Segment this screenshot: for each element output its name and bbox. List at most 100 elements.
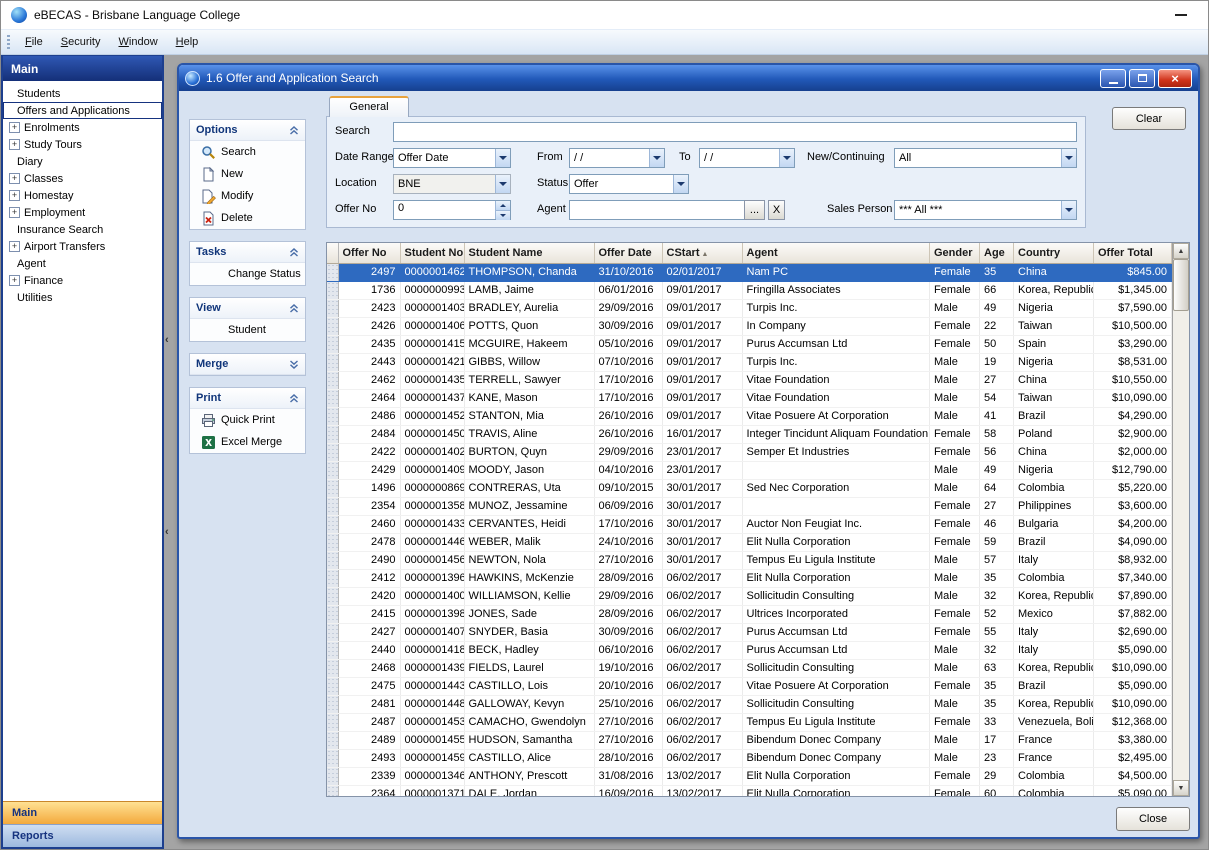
expand-plus-icon[interactable]: + xyxy=(9,122,20,133)
column-header-gender[interactable]: Gender xyxy=(930,243,980,263)
table-row[interactable]: 24270000001407SNYDER, Basia30/09/201606/… xyxy=(327,623,1172,641)
dialog-maximize-button[interactable] xyxy=(1129,69,1155,88)
table-row[interactable]: 24120000001396HAWKINS, McKenzie28/09/201… xyxy=(327,569,1172,587)
from-date-select[interactable]: / / xyxy=(569,148,665,168)
table-row[interactable]: 24780000001446WEBER, Malik24/10/201630/0… xyxy=(327,533,1172,551)
panel-header-view[interactable]: View xyxy=(190,298,305,319)
splitter-collapse-icon[interactable]: ‹ xyxy=(165,527,173,537)
table-row[interactable]: 24640000001437KANE, Mason17/10/201609/01… xyxy=(327,389,1172,407)
table-row[interactable]: 23640000001371DALE, Jordan16/09/201613/0… xyxy=(327,785,1172,796)
panel-item-quick-print[interactable]: Quick Print xyxy=(190,409,305,431)
table-row[interactable]: 24620000001435TERRELL, Sawyer17/10/20160… xyxy=(327,371,1172,389)
expand-plus-icon[interactable]: + xyxy=(9,241,20,252)
panel-item-modify[interactable]: Modify xyxy=(190,185,305,207)
splitter-collapse-icon[interactable]: ‹ xyxy=(165,335,173,345)
column-header-age[interactable]: Age xyxy=(980,243,1014,263)
table-row[interactable]: 24400000001418BECK, Hadley06/10/201606/0… xyxy=(327,641,1172,659)
expand-plus-icon[interactable]: + xyxy=(9,139,20,150)
table-row[interactable]: 24230000001403BRADLEY, Aurelia29/09/2016… xyxy=(327,299,1172,317)
agent-input[interactable] xyxy=(569,200,765,220)
sidebar-item-offers-and-applications[interactable]: Offers and Applications xyxy=(3,102,162,119)
sidebar-item-utilities[interactable]: Utilities xyxy=(3,289,162,306)
expand-plus-icon[interactable]: + xyxy=(9,207,20,218)
expand-plus-icon[interactable]: + xyxy=(9,173,20,184)
table-row[interactable]: 24200000001400WILLIAMSON, Kellie29/09/20… xyxy=(327,587,1172,605)
panel-item-excel-merge[interactable]: Excel Merge xyxy=(190,431,305,453)
panel-item-new[interactable]: New xyxy=(190,163,305,185)
column-header-offer-no[interactable]: Offer No xyxy=(338,243,400,263)
agent-clear-button[interactable]: X xyxy=(768,200,785,220)
nav-button-main[interactable]: Main xyxy=(3,801,162,824)
spin-up-icon[interactable] xyxy=(496,201,510,211)
panel-item-change-status[interactable]: Change Status xyxy=(190,263,305,285)
sidebar-item-employment[interactable]: +Employment xyxy=(3,204,162,221)
panel-item-delete[interactable]: Delete xyxy=(190,207,305,229)
scroll-down-icon[interactable]: ▼ xyxy=(1173,780,1189,796)
spin-down-icon[interactable] xyxy=(496,211,510,220)
column-header-cstart[interactable]: CStart▲ xyxy=(662,243,742,263)
search-input[interactable] xyxy=(393,122,1077,142)
column-header-offer-total[interactable]: Offer Total xyxy=(1094,243,1172,263)
table-row[interactable]: 24970000001462THOMPSON, Chanda31/10/2016… xyxy=(327,263,1172,281)
vertical-scrollbar[interactable]: ▲ ▼ xyxy=(1172,243,1189,796)
expand-plus-icon[interactable]: + xyxy=(9,275,20,286)
table-row[interactable]: 23390000001346ANTHONY, Prescott31/08/201… xyxy=(327,767,1172,785)
minimize-button[interactable] xyxy=(1164,5,1198,25)
sidebar-item-study-tours[interactable]: +Study Tours xyxy=(3,136,162,153)
location-select[interactable]: BNE xyxy=(393,174,511,194)
to-date-select[interactable]: / / xyxy=(699,148,795,168)
menu-help[interactable]: Help xyxy=(167,32,208,52)
expand-plus-icon[interactable]: + xyxy=(9,190,20,201)
offer-no-spinner[interactable]: 0 xyxy=(393,200,511,220)
panel-item-student[interactable]: Student xyxy=(190,319,305,341)
column-header-agent[interactable]: Agent xyxy=(742,243,930,263)
column-header-student-name[interactable]: Student Name xyxy=(464,243,594,263)
table-row[interactable]: 24150000001398JONES, Sade28/09/201606/02… xyxy=(327,605,1172,623)
table-row[interactable]: 24890000001455HUDSON, Samantha27/10/2016… xyxy=(327,731,1172,749)
table-row[interactable]: 17360000000993LAMB, Jaime06/01/201609/01… xyxy=(327,281,1172,299)
sidebar-item-diary[interactable]: Diary xyxy=(3,153,162,170)
table-row[interactable]: 24220000001402BURTON, Quyn29/09/201623/0… xyxy=(327,443,1172,461)
table-row[interactable]: 24860000001452STANTON, Mia26/10/201609/0… xyxy=(327,407,1172,425)
sidebar-item-enrolments[interactable]: +Enrolments xyxy=(3,119,162,136)
table-row[interactable]: 24290000001409MOODY, Jason04/10/201623/0… xyxy=(327,461,1172,479)
sales-person-select[interactable]: *** All *** xyxy=(894,200,1077,220)
panel-item-search[interactable]: Search xyxy=(190,141,305,163)
sidebar-item-classes[interactable]: +Classes xyxy=(3,170,162,187)
menu-window[interactable]: Window xyxy=(110,32,167,52)
table-row[interactable]: 24900000001456NEWTON, Nola27/10/201630/0… xyxy=(327,551,1172,569)
table-row[interactable]: 14960000000869CONTRERAS, Uta09/10/201530… xyxy=(327,479,1172,497)
scroll-up-icon[interactable]: ▲ xyxy=(1173,243,1189,259)
scrollbar-track[interactable] xyxy=(1173,259,1189,780)
close-button[interactable]: Close xyxy=(1116,807,1190,831)
table-row[interactable]: 23540000001358MUNOZ, Jessamine06/09/2016… xyxy=(327,497,1172,515)
table-row[interactable]: 24600000001433CERVANTES, Heidi17/10/2016… xyxy=(327,515,1172,533)
agent-browse-button[interactable]: ... xyxy=(744,200,765,220)
table-row[interactable]: 24680000001439FIELDS, Laurel19/10/201606… xyxy=(327,659,1172,677)
dialog-close-button[interactable]: × xyxy=(1158,69,1192,88)
column-header-offer-date[interactable]: Offer Date xyxy=(594,243,662,263)
column-header-student-no[interactable]: Student No xyxy=(400,243,464,263)
table-row[interactable]: 24930000001459CASTILLO, Alice28/10/20160… xyxy=(327,749,1172,767)
table-row[interactable]: 24840000001450TRAVIS, Aline26/10/201616/… xyxy=(327,425,1172,443)
sidebar-item-agent[interactable]: Agent xyxy=(3,255,162,272)
table-row[interactable]: 24870000001453CAMACHO, Gwendolyn27/10/20… xyxy=(327,713,1172,731)
sidebar-item-airport-transfers[interactable]: +Airport Transfers xyxy=(3,238,162,255)
menu-file[interactable]: File xyxy=(16,32,52,52)
date-range-select[interactable]: Offer Date xyxy=(393,148,511,168)
panel-header-options[interactable]: Options xyxy=(190,120,305,141)
table-row[interactable]: 24430000001421GIBBS, Willow07/10/201609/… xyxy=(327,353,1172,371)
table-row[interactable]: 24260000001406POTTS, Quon30/09/201609/01… xyxy=(327,317,1172,335)
sidebar-item-insurance-search[interactable]: Insurance Search xyxy=(3,221,162,238)
scrollbar-thumb[interactable] xyxy=(1173,259,1189,311)
tab-general[interactable]: General xyxy=(329,96,409,117)
table-row[interactable]: 24810000001448GALLOWAY, Kevyn25/10/20160… xyxy=(327,695,1172,713)
sidebar-item-homestay[interactable]: +Homestay xyxy=(3,187,162,204)
nav-button-reports[interactable]: Reports xyxy=(3,824,162,847)
menu-security[interactable]: Security xyxy=(52,32,110,52)
table-row[interactable]: 24350000001415MCGUIRE, Hakeem05/10/20160… xyxy=(327,335,1172,353)
table-row[interactable]: 24750000001443CASTILLO, Lois20/10/201606… xyxy=(327,677,1172,695)
panel-header-tasks[interactable]: Tasks xyxy=(190,242,305,263)
sidebar-item-finance[interactable]: +Finance xyxy=(3,272,162,289)
sidebar-item-students[interactable]: Students xyxy=(3,85,162,102)
